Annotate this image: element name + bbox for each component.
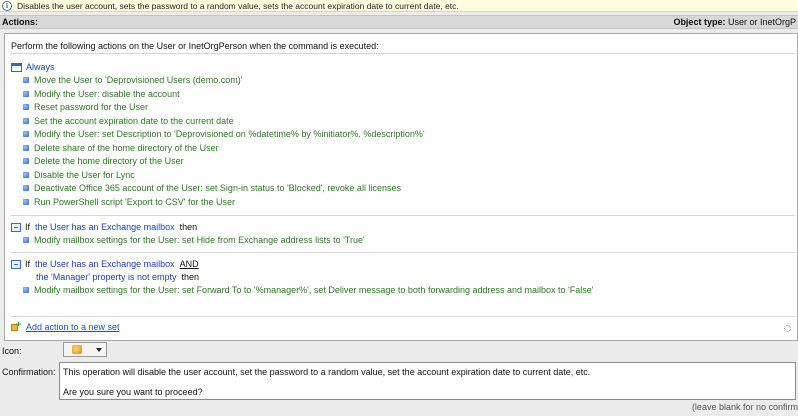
action-bullet-icon: [23, 237, 29, 243]
action-text[interactable]: Modify the User: disable the account: [34, 89, 180, 99]
then-keyword: then: [181, 272, 200, 282]
add-action-icon: [11, 319, 22, 332]
action-item[interactable]: Set the account expiration date to the c…: [23, 116, 234, 126]
then-keyword: then: [179, 222, 198, 232]
action-item[interactable]: Delete share of the home directory of th…: [23, 143, 219, 153]
selected-icon: [72, 345, 82, 354]
action-bullet-icon: [23, 287, 29, 293]
action-text[interactable]: Reset password for the User: [34, 102, 148, 112]
action-item[interactable]: Deactivate Office 365 account of the Use…: [23, 183, 401, 193]
action-item[interactable]: Modify the User: set Description to 'Dep…: [23, 129, 425, 139]
footer-area: [0, 400, 798, 416]
object-type: Object type: User or InetOrgP: [673, 17, 796, 27]
action-text[interactable]: Set the account expiration date to the c…: [34, 116, 234, 126]
action-bullet-icon: [23, 185, 29, 191]
intro-text: Perform the following actions on the Use…: [11, 41, 379, 51]
action-text[interactable]: Modify mailbox settings for the User: se…: [34, 285, 593, 295]
action-bullet-icon: [23, 104, 29, 110]
action-text[interactable]: Delete the home directory of the User: [34, 156, 184, 166]
confirmation-label: Confirmation:: [2, 367, 56, 377]
action-set-icon: [11, 62, 22, 72]
condition-2-header[interactable]: If the User has an Exchange mailbox AND: [11, 259, 199, 269]
if-keyword: If: [25, 222, 31, 232]
action-item[interactable]: Delete the home directory of the User: [23, 156, 184, 166]
object-type-value: User or InetOrgP: [727, 17, 796, 27]
action-text[interactable]: Modify the User: set Description to 'Dep…: [34, 129, 425, 139]
confirmation-hint: (leave blank for no confirm: [691, 402, 798, 412]
icon-dropdown[interactable]: [63, 342, 107, 357]
action-bullet-icon: [23, 117, 29, 124]
always-label[interactable]: Always: [26, 62, 55, 72]
actions-panel: Perform the following actions on the Use…: [4, 33, 798, 341]
action-text[interactable]: Disable the User for Lync: [34, 170, 135, 180]
condition-2-second-line[interactable]: the 'Manager' property is not empty then: [36, 272, 199, 282]
action-bullet-icon: [23, 131, 29, 137]
info-icon: i: [2, 0, 12, 11]
condition-text[interactable]: the 'Manager' property is not empty: [36, 272, 177, 282]
action-text[interactable]: Run PowerShell script 'Export to CSV' fo…: [34, 197, 235, 207]
action-text[interactable]: Delete share of the home directory of th…: [34, 143, 219, 153]
and-keyword[interactable]: AND: [180, 259, 199, 269]
actions-header: Actions: Object type: User or InetOrgP: [0, 15, 798, 29]
settings-icon[interactable]: [784, 325, 791, 332]
action-item[interactable]: Disable the User for Lync: [23, 170, 135, 180]
action-item[interactable]: Modify the User: disable the account: [23, 89, 180, 99]
actions-label: Actions:: [2, 17, 38, 27]
chevron-down-icon[interactable]: [96, 348, 102, 352]
condition-1-header[interactable]: If the User has an Exchange mailbox then: [11, 222, 197, 232]
action-bullet-icon: [23, 144, 29, 151]
action-text[interactable]: Deactivate Office 365 account of the Use…: [34, 183, 401, 193]
action-item[interactable]: Modify mailbox settings for the User: se…: [23, 235, 365, 245]
add-action-link[interactable]: Add action to a new set: [26, 322, 120, 332]
add-action-row[interactable]: Add action to a new set: [11, 319, 120, 332]
divider: [11, 316, 795, 317]
action-item[interactable]: Move the User to 'Deprovisioned Users (d…: [23, 75, 243, 85]
icon-label: Icon:: [2, 346, 22, 356]
divider: [11, 252, 795, 253]
info-bar-text: Disables the user account, sets the pass…: [17, 0, 459, 11]
confirmation-line-1[interactable]: This operation will disable the user acc…: [63, 367, 590, 377]
condition-text[interactable]: the User has an Exchange mailbox: [35, 259, 175, 269]
condition-icon: [11, 222, 21, 232]
action-item[interactable]: Modify mailbox settings for the User: se…: [23, 285, 593, 295]
action-item[interactable]: Run PowerShell script 'Export to CSV' fo…: [23, 197, 235, 207]
action-text[interactable]: Move the User to 'Deprovisioned Users (d…: [34, 75, 243, 85]
object-type-label: Object type:: [673, 17, 726, 27]
action-bullet-icon: [23, 158, 29, 164]
info-bar: i Disables the user account, sets the pa…: [0, 0, 798, 12]
condition-text[interactable]: the User has an Exchange mailbox: [35, 222, 175, 232]
action-bullet-icon: [23, 171, 29, 178]
always-set-header[interactable]: Always: [11, 62, 55, 72]
action-bullet-icon: [23, 198, 29, 205]
divider: [11, 53, 795, 54]
confirmation-textarea[interactable]: This operation will disable the user acc…: [59, 362, 796, 400]
action-item[interactable]: Reset password for the User: [23, 102, 148, 112]
confirmation-line-2[interactable]: Are you sure you want to proceed?: [63, 387, 203, 397]
if-keyword: If: [25, 259, 31, 269]
action-text[interactable]: Modify mailbox settings for the User: se…: [34, 235, 365, 245]
condition-icon: [11, 259, 21, 269]
divider: [11, 215, 795, 216]
action-bullet-icon: [23, 77, 29, 83]
action-bullet-icon: [23, 90, 29, 97]
